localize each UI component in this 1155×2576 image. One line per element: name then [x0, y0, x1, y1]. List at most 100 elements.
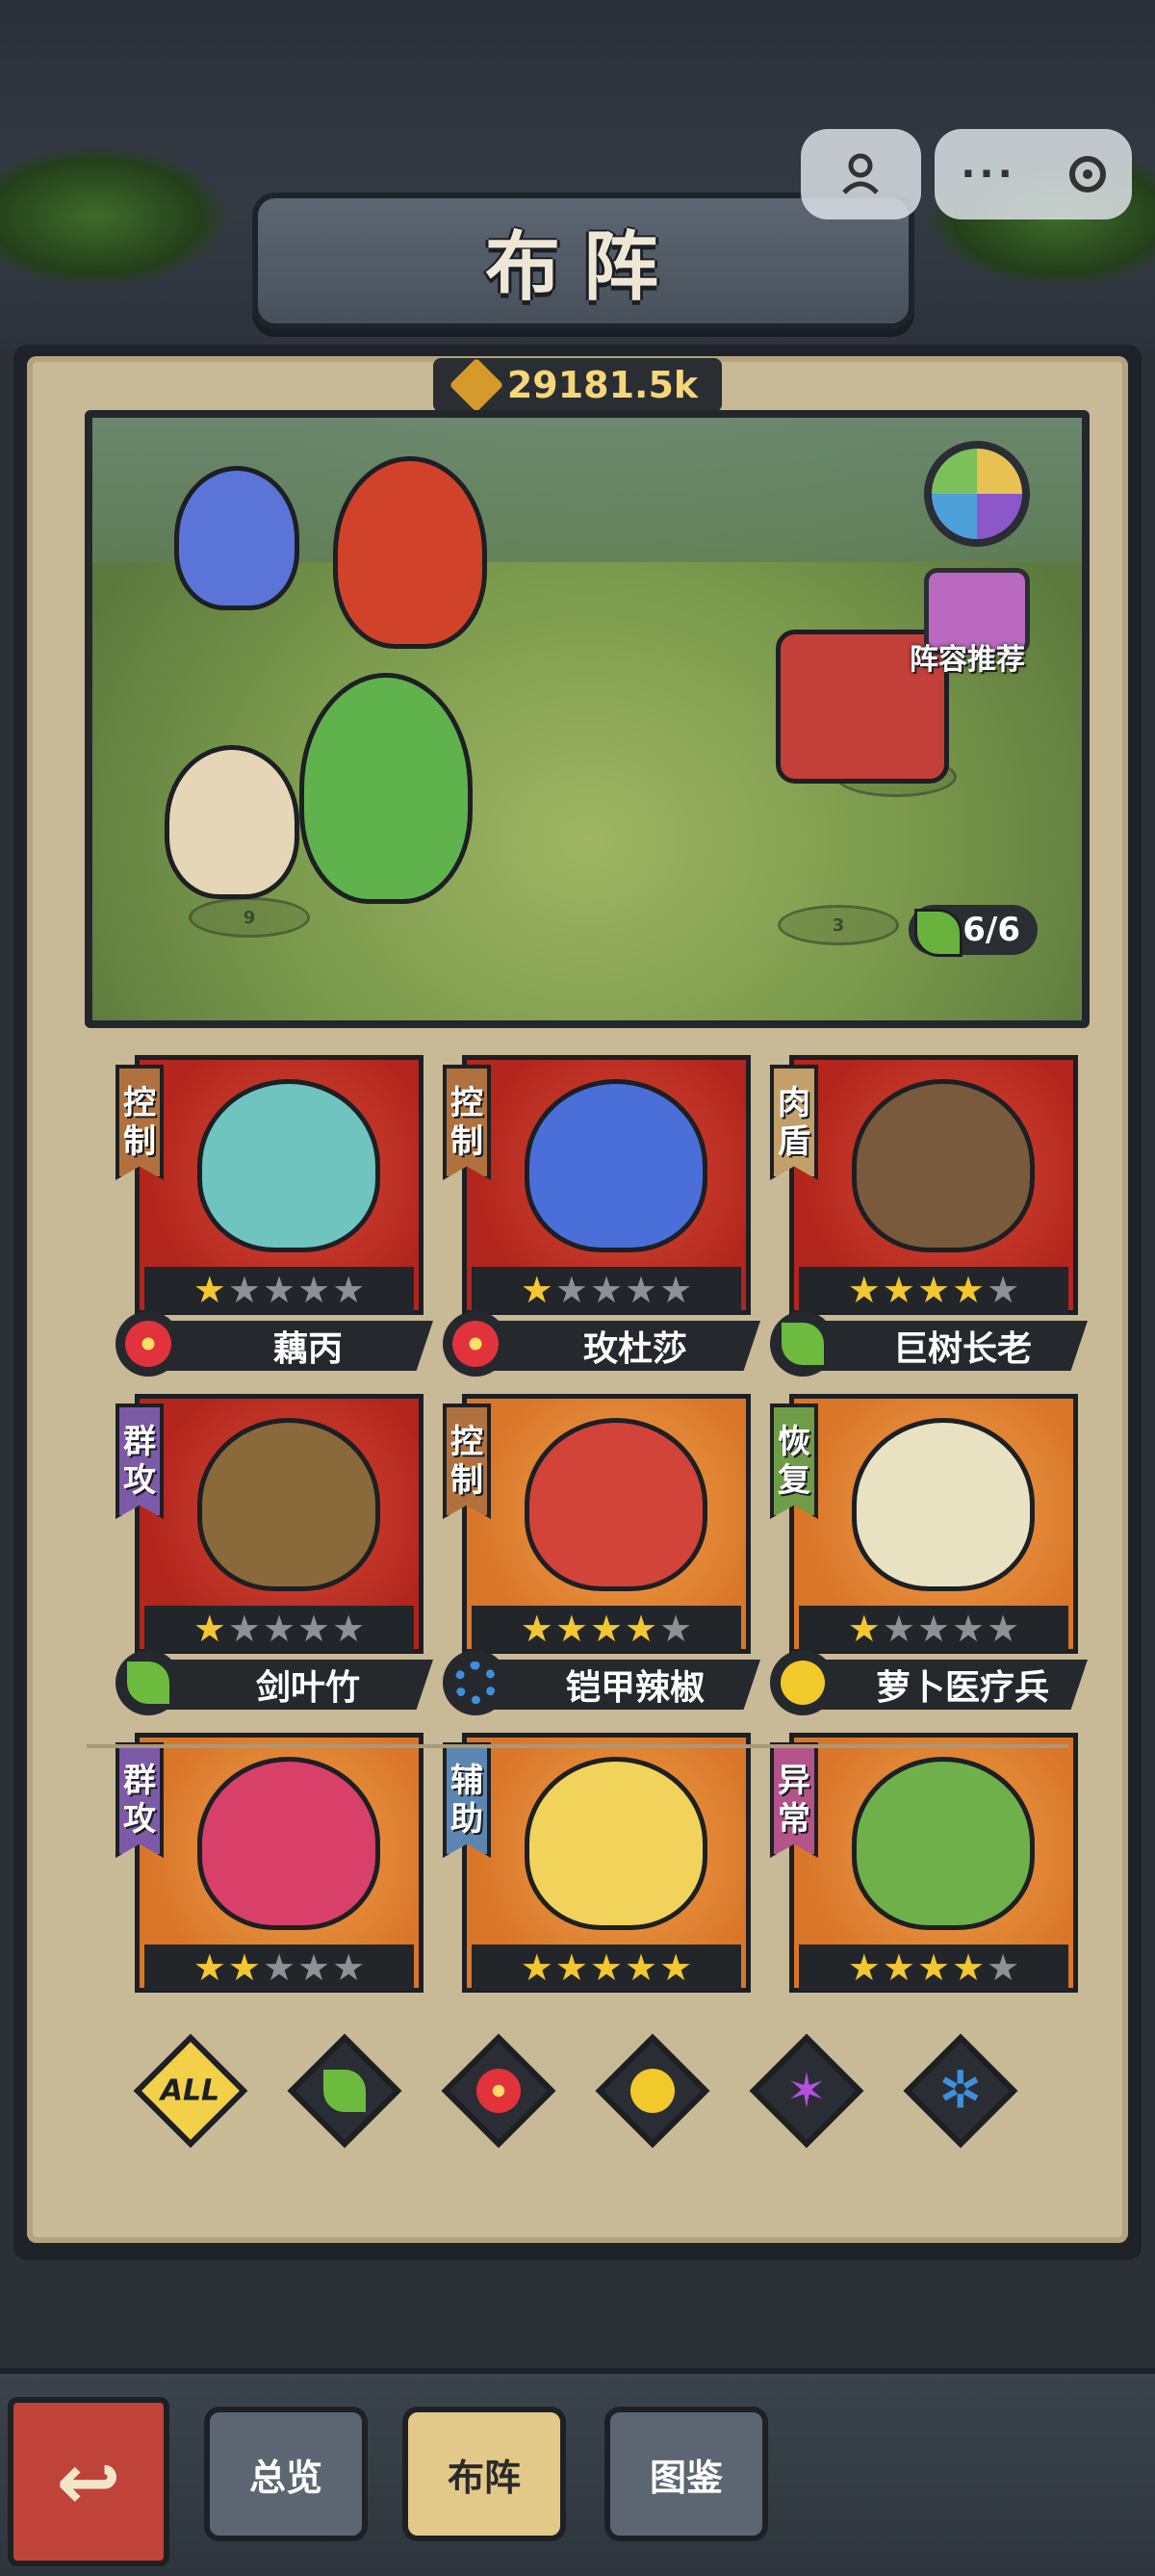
star-icon: ★	[847, 1608, 881, 1650]
star-icon: ★	[192, 1608, 226, 1650]
hero-card[interactable]: ★ ★ ★ ★ ★ 控制玫杜莎	[443, 1020, 760, 1377]
formation-swap-button[interactable]	[924, 441, 1030, 547]
hero-sprite	[852, 1418, 1035, 1591]
mini-program-capsule: ···	[801, 129, 1132, 219]
star-icon: ★	[227, 1608, 261, 1650]
hero-stars: ★ ★ ★ ★ ★	[472, 1945, 741, 1991]
leaf-icon	[287, 2033, 402, 2149]
star-icon: ★	[659, 1269, 693, 1311]
star-icon: ★	[332, 1269, 366, 1311]
tab-overview[interactable]: 总览	[204, 2407, 368, 2541]
hero-sprite	[197, 1079, 380, 1252]
star-icon: ★	[227, 1946, 261, 1989]
star-icon: ★	[882, 1269, 915, 1311]
fruit-icon	[595, 2033, 710, 2149]
hero-sprite	[197, 1757, 380, 1930]
team-unit[interactable]	[160, 456, 314, 620]
star-icon: ★	[987, 1946, 1020, 1989]
bottom-nav	[0, 2368, 1155, 2576]
hero-card[interactable]: ★ ★ ★ ★ ★ 控制藕丙	[116, 1020, 433, 1377]
hero-stars: ★ ★ ★ ★ ★	[799, 1945, 1068, 1991]
star-icon: ★	[520, 1946, 553, 1989]
hero-stars: ★ ★ ★ ★ ★	[144, 1606, 414, 1652]
star-icon: ★	[297, 1269, 331, 1311]
hero-card[interactable]: ★ ★ ★ ★ ★ 群攻剑叶竹	[116, 1359, 433, 1715]
hero-stars: ★ ★ ★ ★ ★	[799, 1606, 1068, 1652]
power-icon	[449, 357, 504, 413]
hero-card[interactable]: ★ ★ ★ ★ ★ 肉盾巨树长老	[770, 1020, 1088, 1377]
hero-role-tag: 控制	[116, 1065, 164, 1180]
team-power: 29181.5k	[433, 357, 722, 413]
all-icon: ALL	[133, 2033, 248, 2149]
tab-codex[interactable]: 图鉴	[604, 2407, 768, 2541]
hero-role-tag: 异常	[770, 1742, 818, 1858]
star-icon: ★	[659, 1608, 693, 1650]
hero-card[interactable]: ★ ★ ★ ★ ★ 恢复萝卜医疗兵	[770, 1359, 1088, 1715]
tab-formation-label: 布阵	[447, 2456, 521, 2499]
star-icon: ★	[262, 1269, 296, 1311]
hero-role-tag: 肉盾	[770, 1065, 818, 1180]
star-icon: ★	[625, 1946, 658, 1989]
filter-star[interactable]: ✶	[749, 2033, 864, 2149]
hero-stars: ★ ★ ★ ★ ★	[472, 1606, 741, 1652]
star-icon: ★	[554, 1269, 588, 1311]
tab-formation[interactable]: 布阵	[402, 2407, 566, 2541]
star-icon: ★	[589, 1269, 624, 1311]
more-button[interactable]: ···	[961, 152, 1016, 196]
star-icon: ★	[987, 1269, 1020, 1311]
star-icon: ★	[520, 1608, 553, 1650]
team-unit[interactable]	[314, 447, 506, 658]
leaf-icon	[914, 909, 962, 957]
filter-gear[interactable]: ✲	[903, 2033, 1018, 2149]
hero-role-tag: 群攻	[116, 1404, 164, 1519]
star-icon: ★	[262, 1946, 296, 1989]
star-icon: ★	[297, 1946, 331, 1989]
back-button[interactable]: ↩	[8, 2397, 169, 2566]
hero-sprite	[525, 1079, 707, 1252]
filter-flower[interactable]	[441, 2033, 556, 2149]
star-icon: ★	[297, 1608, 331, 1650]
filter-all[interactable]: ALL	[133, 2033, 248, 2149]
formation-slot[interactable]: 3	[778, 905, 899, 945]
star-icon: ★	[952, 1269, 986, 1311]
hero-card[interactable]: ★ ★ ★ ★ ★ 控制铠甲辣椒	[443, 1359, 760, 1715]
gear-icon: ✲	[903, 2033, 1018, 2149]
hero-role-tag: 群攻	[116, 1742, 164, 1858]
hero-sprite	[525, 1757, 707, 1930]
filter-fruit[interactable]	[595, 2033, 710, 2149]
star-icon: ★	[192, 1946, 226, 1989]
star-icon: ★	[916, 1946, 951, 1989]
team-count-value: 6/6	[962, 911, 1020, 949]
star-icon: ★	[987, 1608, 1020, 1650]
star-icon: ★	[227, 1269, 261, 1311]
person-icon	[842, 153, 880, 194]
hero-sprite	[852, 1079, 1035, 1252]
hero-role-tag: 控制	[443, 1404, 491, 1519]
team-unit[interactable]	[275, 658, 497, 918]
star-icon: ★	[659, 1946, 693, 1989]
filter-leaf[interactable]	[287, 2033, 402, 2149]
star-icon: ★	[882, 1608, 915, 1650]
star-icon: ★	[916, 1269, 951, 1311]
unit-sprite	[333, 456, 487, 649]
flower-icon	[441, 2033, 556, 2149]
hero-sprite	[197, 1418, 380, 1591]
star-icon: ★	[625, 1608, 658, 1650]
recommend-label[interactable]: 阵容推荐	[895, 635, 1040, 677]
power-value: 29181.5k	[506, 364, 699, 406]
capsule-menu: ···	[934, 129, 1132, 219]
star-icon: ★	[625, 1269, 658, 1311]
hero-stars: ★ ★ ★ ★ ★	[799, 1267, 1068, 1313]
tab-codex-label: 图鉴	[649, 2456, 723, 2499]
unit-sprite	[174, 466, 299, 610]
star-icon: ★	[952, 1608, 986, 1650]
hero-stars: ★ ★ ★ ★ ★	[144, 1267, 414, 1313]
star-icon: ★	[916, 1608, 951, 1650]
share-button[interactable]	[801, 129, 921, 219]
star-icon: ★	[952, 1946, 986, 1989]
star-icon: ★	[520, 1269, 553, 1311]
tab-overview-label: 总览	[248, 2456, 322, 2499]
hero-role-tag: 控制	[443, 1065, 491, 1180]
star-icon: ★	[589, 1946, 624, 1989]
close-miniprogram-button[interactable]	[1068, 156, 1106, 193]
